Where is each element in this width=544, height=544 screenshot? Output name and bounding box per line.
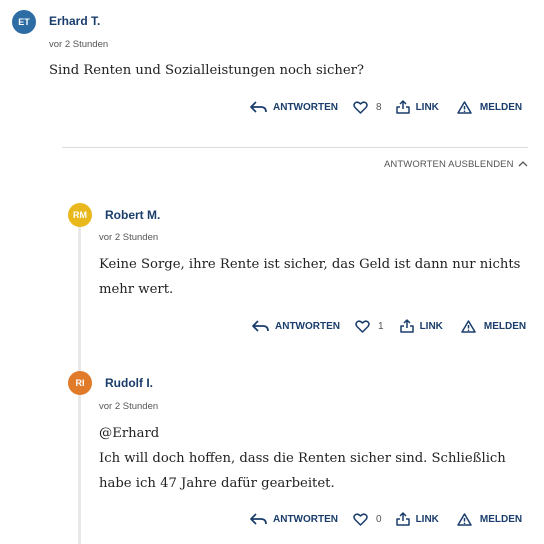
comment-text: Sind Renten und Sozialleistungen noch si… (49, 63, 365, 78)
comment-timestamp: vor 2 Stunden (99, 232, 159, 243)
warning-icon (457, 512, 472, 526)
chevron-up-icon (518, 159, 528, 170)
like-button[interactable]: 1 (355, 319, 384, 333)
heart-icon (355, 319, 370, 333)
avatar: RI (68, 371, 92, 395)
comment-timestamp: vor 2 Stunden (49, 39, 109, 50)
author-name[interactable]: Erhard T. (49, 14, 100, 28)
share-icon (395, 100, 410, 114)
reply-icon (250, 101, 267, 113)
like-count: 0 (376, 513, 382, 525)
author-name[interactable]: Rudolf I. (105, 376, 153, 390)
like-count: 1 (378, 320, 384, 332)
reply-button[interactable]: ANTWORTEN (250, 101, 338, 113)
share-icon (395, 512, 410, 526)
reply-button[interactable]: ANTWORTEN (252, 320, 340, 332)
hide-replies-button[interactable]: ANTWORTEN AUSBLENDEN (384, 159, 528, 170)
like-button[interactable]: 0 (353, 512, 382, 526)
reply-icon (250, 513, 267, 525)
warning-icon (457, 100, 472, 114)
heart-icon (353, 512, 368, 526)
reply-icon (252, 320, 269, 332)
comment-actions: ANTWORTEN 1 LINK MELDEN (252, 318, 526, 334)
reply-button[interactable]: ANTWORTEN (250, 513, 338, 525)
comment-actions: ANTWORTEN 8 LINK MELDEN (250, 99, 522, 115)
report-button[interactable]: MELDEN (457, 100, 522, 114)
comment-actions: ANTWORTEN 0 LINK MELDEN (250, 511, 522, 527)
author-name[interactable]: Robert M. (105, 208, 160, 222)
report-button[interactable]: MELDEN (457, 512, 522, 526)
comment-timestamp: vor 2 Stunden (99, 401, 159, 412)
like-count: 8 (376, 101, 382, 113)
comment-text: Keine Sorge, ihre Rente ist sicher, das … (99, 257, 521, 297)
report-button[interactable]: MELDEN (461, 319, 526, 333)
link-button[interactable]: LINK (395, 100, 439, 114)
link-button[interactable]: LINK (399, 319, 443, 333)
like-button[interactable]: 8 (353, 100, 382, 114)
avatar: ET (12, 10, 36, 34)
share-icon (399, 319, 414, 333)
heart-icon (353, 100, 368, 114)
link-button[interactable]: LINK (395, 512, 439, 526)
warning-icon (461, 319, 476, 333)
comment-text: @Erhard Ich will doch hoffen, dass die R… (99, 426, 506, 491)
divider (62, 147, 528, 148)
avatar: RM (68, 203, 92, 227)
